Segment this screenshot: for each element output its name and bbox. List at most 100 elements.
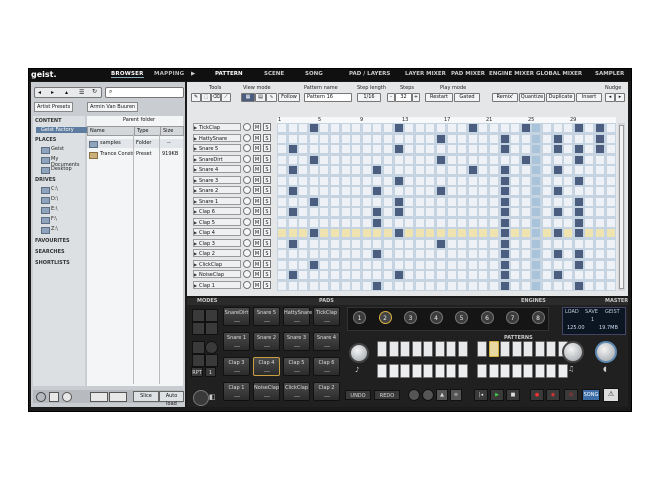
step-cell[interactable]	[341, 124, 350, 132]
step-cell[interactable]	[511, 281, 520, 290]
step-cell[interactable]	[564, 218, 573, 227]
step-cell[interactable]	[553, 208, 562, 216]
song-button[interactable]: SONG	[582, 389, 600, 401]
step-cell[interactable]	[447, 166, 456, 174]
step-cell[interactable]	[458, 260, 467, 269]
step-cell[interactable]	[278, 166, 286, 174]
pad[interactable]: SnareDirt	[223, 307, 250, 326]
step-cell[interactable]	[288, 124, 297, 132]
step-cell[interactable]	[331, 134, 339, 143]
step-cell[interactable]	[415, 134, 424, 143]
step-cell[interactable]	[384, 176, 392, 185]
slice-button[interactable]: Slice	[133, 391, 159, 402]
step-cell[interactable]	[606, 155, 615, 164]
mode-icon[interactable]	[205, 322, 218, 335]
step-cell[interactable]	[596, 124, 604, 132]
step-cell[interactable]	[352, 145, 361, 153]
step-cell[interactable]	[373, 250, 382, 258]
step-cell[interactable]	[320, 218, 329, 227]
erase-icon[interactable]: ⌫	[211, 93, 221, 102]
step-cell[interactable]	[447, 197, 456, 206]
step-cell[interactable]	[574, 239, 583, 248]
volume-knob-icon[interactable]	[36, 392, 46, 402]
step-cell[interactable]	[458, 250, 467, 258]
pad[interactable]: Clap 1	[223, 382, 250, 401]
step-cell[interactable]	[564, 229, 573, 237]
step-cell[interactable]	[521, 176, 530, 185]
step-cell[interactable]	[373, 260, 382, 269]
step-cell[interactable]	[564, 197, 573, 206]
step-cell[interactable]	[532, 166, 541, 174]
step-cell[interactable]	[352, 208, 361, 216]
step-cell[interactable]	[596, 271, 604, 279]
step-cell[interactable]	[341, 229, 350, 237]
step-cell[interactable]	[278, 208, 286, 216]
step-cell[interactable]	[479, 197, 488, 206]
step-cell[interactable]	[500, 218, 509, 227]
step-cell[interactable]	[288, 239, 297, 248]
step-cell[interactable]	[405, 187, 414, 195]
step-cell[interactable]	[490, 124, 498, 132]
step-cell[interactable]	[437, 271, 445, 279]
track-name[interactable]: SnareDirt	[193, 154, 241, 164]
step-cell[interactable]	[532, 134, 541, 143]
sidebar-item-drive-z[interactable]: Z:\	[51, 226, 58, 232]
step-cell[interactable]	[331, 250, 339, 258]
step-cell[interactable]	[405, 281, 414, 290]
step-cell[interactable]	[521, 239, 530, 248]
step-cell[interactable]	[331, 176, 339, 185]
sidebar-item-desktop[interactable]: Desktop	[51, 166, 72, 172]
step-cell[interactable]	[553, 176, 562, 185]
step-cell[interactable]	[468, 134, 477, 143]
step-cell[interactable]	[278, 260, 286, 269]
pattern-key[interactable]	[477, 341, 487, 357]
step-cell[interactable]	[574, 271, 583, 279]
step-cell[interactable]	[500, 124, 509, 132]
step-cell[interactable]	[426, 166, 435, 174]
pad[interactable]: Snare 2	[253, 332, 280, 351]
step-key[interactable]	[434, 364, 445, 378]
step-cell[interactable]	[543, 166, 551, 174]
step-cell[interactable]	[405, 124, 414, 132]
step-cell[interactable]	[373, 155, 382, 164]
step-cell[interactable]	[415, 271, 424, 279]
step-cell[interactable]	[458, 197, 467, 206]
step-cell[interactable]	[585, 281, 594, 290]
step-cell[interactable]	[415, 155, 424, 164]
step-cell[interactable]	[394, 145, 403, 153]
step-key[interactable]	[377, 364, 387, 378]
step-cell[interactable]	[521, 218, 530, 227]
step-cell[interactable]	[468, 166, 477, 174]
step-cell[interactable]	[532, 239, 541, 248]
step-cell[interactable]	[405, 271, 414, 279]
tab-mapping[interactable]: MAPPING	[154, 71, 184, 77]
step-cell[interactable]	[405, 197, 414, 206]
step-cell[interactable]	[468, 124, 477, 132]
step-cell[interactable]	[394, 134, 403, 143]
step-length-select[interactable]: 1/16	[357, 93, 381, 102]
step-cell[interactable]	[490, 155, 498, 164]
solo-button[interactable]: S	[263, 175, 271, 184]
step-cell[interactable]	[543, 124, 551, 132]
pattern-key[interactable]	[446, 341, 456, 357]
step-cell[interactable]	[521, 260, 530, 269]
step-cell[interactable]	[437, 229, 445, 237]
warning-icon[interactable]: ⚠	[603, 388, 619, 402]
mute-button[interactable]: M	[253, 238, 261, 247]
step-cell[interactable]	[362, 197, 371, 206]
track-level-knob[interactable]	[243, 280, 251, 289]
solo-button[interactable]: S	[263, 249, 271, 257]
pad[interactable]: Clap 2	[313, 382, 340, 401]
step-cell[interactable]	[606, 208, 615, 216]
step-cell[interactable]	[331, 271, 339, 279]
step-cell[interactable]	[352, 166, 361, 174]
track-level-knob[interactable]	[243, 228, 251, 236]
step-cell[interactable]	[447, 124, 456, 132]
track-level-knob[interactable]	[243, 175, 251, 184]
step-cell[interactable]	[299, 197, 308, 206]
rewind-icon[interactable]: |◂	[474, 389, 488, 401]
tab-pad-mixer[interactable]: PAD MIXER	[451, 71, 485, 77]
step-cell[interactable]	[458, 208, 467, 216]
step-cell[interactable]	[511, 208, 520, 216]
step-cell[interactable]	[288, 271, 297, 279]
